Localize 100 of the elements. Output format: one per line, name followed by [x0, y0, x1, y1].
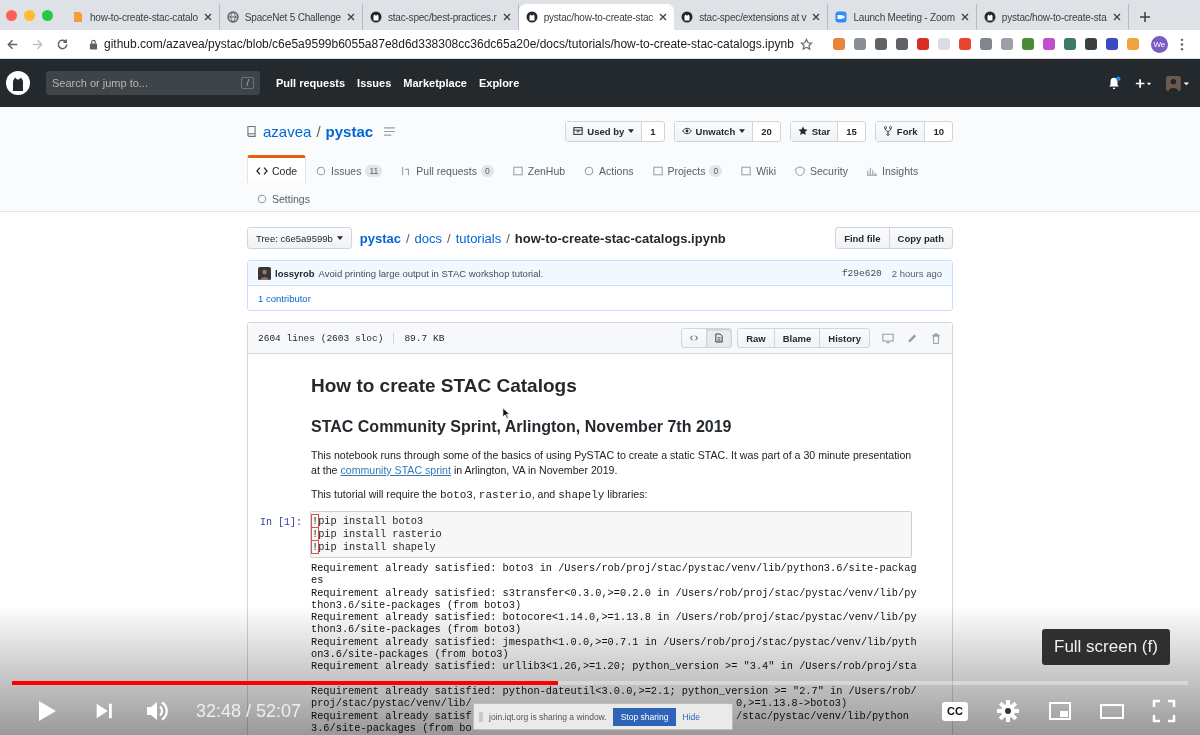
count-label[interactable]: 10	[925, 121, 952, 141]
logo-icon[interactable]	[6, 71, 30, 95]
repo-tab[interactable]: Insights	[856, 155, 928, 183]
breadcrumb-link[interactable]: docs	[414, 230, 443, 246]
nav-link[interactable]: Explore	[478, 77, 520, 89]
author-avatar	[258, 266, 271, 280]
tab-icon	[740, 165, 753, 176]
close-icon[interactable]	[346, 13, 355, 21]
repo-tab[interactable]: ZenHub	[502, 155, 575, 183]
logo-icon	[681, 11, 694, 23]
contributors-link[interactable]: 1 contributor	[258, 292, 311, 304]
progress-track[interactable]	[12, 681, 1188, 685]
extension-icon[interactable]	[874, 38, 887, 50]
file-action-button[interactable]: Raw	[737, 328, 775, 348]
notification-bell-icon[interactable]	[1107, 76, 1121, 90]
count-label[interactable]: 15	[838, 121, 865, 141]
repo-tab[interactable]: Settings	[247, 183, 319, 211]
repo-action-button[interactable]: Used by	[566, 121, 643, 141]
output-line: Requirement already satisfied: urllib3<1.26,>=1.20; python_version >= "3.4" in /Users/rob/proj/sta	[311, 660, 917, 673]
file-action-button[interactable]: Blame	[773, 328, 821, 348]
user-avatar[interactable]	[1166, 75, 1190, 91]
file-name: how-to-create-stac-catalogs.ipynb	[514, 230, 726, 246]
extension-icon[interactable]	[916, 38, 929, 50]
file-action-button[interactable]: History	[819, 328, 870, 348]
commit-message[interactable]: Avoid printing large output in STAC workshop tutorial.	[318, 267, 544, 279]
shortcut-key: /	[241, 77, 254, 89]
reload-icon[interactable]	[56, 37, 69, 51]
output-line: Requirement already satisfied: botocore<1.14.0,>=1.13.8 in /Users/rob/proj/stac/pystac/venv/lib/py	[311, 611, 917, 624]
profile-avatar[interactable]: We	[1150, 35, 1168, 53]
back-icon[interactable]	[6, 37, 19, 51]
repo-action-button[interactable]: Fork	[875, 121, 926, 141]
file-action-button[interactable]: Copy path	[888, 227, 953, 249]
globe-icon	[226, 11, 239, 23]
breadcrumb-link[interactable]: pystac	[359, 230, 401, 246]
output-line: Requirement already satisfied: boto3 in /Users/rob/proj/stac/pystac/venv/lib/python3.6/site-packag	[311, 562, 917, 574]
branch-dropdown[interactable]: Tree: c6e5a9599b	[247, 227, 352, 249]
repo-tab[interactable]: Security	[785, 155, 857, 183]
nav-link[interactable]: Marketplace	[403, 77, 467, 89]
stop-sharing-button[interactable]: Stop sharing	[612, 707, 677, 726]
captions-button[interactable]: CC	[942, 701, 968, 721]
source-view-button[interactable]	[681, 328, 708, 348]
mouse-cursor-icon	[502, 407, 511, 420]
nav-link[interactable]: Issues	[357, 77, 392, 89]
close-icon[interactable]	[502, 13, 511, 21]
address-field[interactable]: github.com/azavea/pystac/blob/c6e5a9599b6055a87e8d6d338308cc36dc65a20e/docs/tutorials/how-to-create-stac-catalogs.ipynb	[81, 33, 821, 55]
plus-dropdown-icon[interactable]	[1135, 77, 1152, 89]
extension-icon[interactable]	[1105, 38, 1118, 50]
close-icon[interactable]	[812, 13, 821, 21]
count-label[interactable]: 20	[753, 121, 780, 141]
repo-tab[interactable]: Pull requests 0	[391, 155, 503, 183]
extension-icon[interactable]	[895, 38, 908, 50]
repo-tab[interactable]: Wiki	[731, 155, 786, 183]
close-icon[interactable]	[960, 13, 969, 21]
count-label[interactable]: 1	[642, 121, 664, 141]
output-line: 0,>=1.13.8->boto3)	[736, 697, 848, 710]
menu-icon[interactable]	[1179, 37, 1184, 51]
tab-icon	[651, 165, 664, 176]
hide-link[interactable]: Hide	[682, 711, 700, 722]
bookmark-star-icon[interactable]	[799, 37, 813, 51]
sprint-link[interactable]: community STAC sprint	[340, 464, 451, 476]
extension-icon[interactable]	[1084, 38, 1097, 50]
tab-icon	[583, 165, 596, 176]
repository-icon	[247, 125, 256, 137]
pencil-icon[interactable]	[906, 332, 918, 344]
repo-action-button[interactable]: Unwatch	[674, 121, 754, 141]
rendered-view-button[interactable]	[706, 328, 733, 348]
cell-prompt: In [1]:	[260, 516, 303, 530]
repo-tab[interactable]: Issues 11	[306, 155, 392, 183]
author-link[interactable]: lossyrob	[275, 267, 315, 279]
desktop-icon[interactable]	[882, 332, 894, 344]
close-icon[interactable]	[1112, 13, 1121, 21]
notebook-title: How to create STAC Catalogs	[311, 375, 578, 397]
breadcrumb-link[interactable]: tutorials	[455, 230, 502, 246]
star-icon	[797, 126, 808, 136]
trash-icon[interactable]	[930, 332, 942, 344]
nav-link[interactable]: Pull requests	[276, 77, 346, 89]
close-window-icon[interactable]	[6, 9, 17, 21]
settings-icon[interactable]	[996, 699, 1020, 723]
output-line: thon3.6/site-packages (from boto3)	[311, 598, 522, 611]
grip-icon[interactable]	[479, 711, 483, 722]
miniplayer-icon[interactable]	[1048, 699, 1072, 723]
browser-tab[interactable]: pystac/how-to-create-stac	[518, 4, 675, 30]
volume-icon[interactable]	[145, 699, 169, 723]
output-line: Requirement already satisfied: python-dateutil<3.0.0,>=2.1; python_version >= "2.7" in /Users/rob/	[311, 684, 917, 697]
extension-icon[interactable]	[1063, 38, 1076, 50]
file-action-button[interactable]: Find file	[835, 227, 890, 249]
owner-link[interactable]: azavea	[263, 122, 312, 140]
repository-link[interactable]: pystac	[325, 122, 374, 140]
close-icon[interactable]	[659, 13, 668, 21]
code-cell[interactable]: !pip install boto3 !pip install rasterio !pip install shapely	[310, 511, 912, 558]
commit-sha[interactable]: f29e620	[841, 267, 882, 279]
repo-tab[interactable]: Actions	[574, 155, 643, 183]
repo-action-button[interactable]: Star	[790, 121, 839, 141]
fullscreen-icon[interactable]	[1152, 699, 1176, 723]
search-field[interactable]: Search or jump to... /	[46, 71, 260, 95]
close-icon[interactable]	[203, 13, 212, 21]
repo-tab[interactable]: Projects 0	[642, 155, 732, 183]
time-display: 32:48 / 52:07	[196, 700, 302, 722]
new-tab-icon[interactable]	[1138, 11, 1151, 23]
repo-tab[interactable]: Code	[247, 155, 307, 183]
